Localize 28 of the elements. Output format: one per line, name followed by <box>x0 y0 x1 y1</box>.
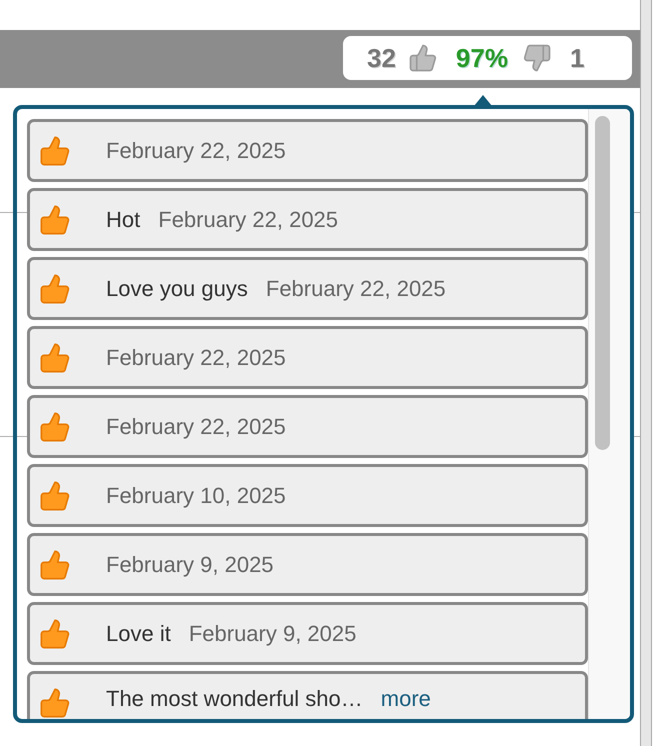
thumbs-up-icon[interactable] <box>408 43 438 73</box>
dislikes-count: 1 <box>570 43 584 73</box>
thumbs-down-icon[interactable] <box>522 43 552 73</box>
comment-text: The most wonderful sho… <box>106 686 363 712</box>
comment-text: Love you guys <box>106 276 248 302</box>
date-text: February 9, 2025 <box>188 620 356 646</box>
thumbs-up-icon <box>40 618 70 648</box>
thumbs-up-icon <box>40 204 70 234</box>
date-text: February 10, 2025 <box>106 482 286 508</box>
thumbs-up-icon <box>40 550 70 580</box>
thumbs-up-icon <box>40 480 70 510</box>
thumbs-up-icon <box>40 412 70 442</box>
date-text: February 22, 2025 <box>106 414 286 440</box>
thumbs-up-icon <box>40 688 70 718</box>
date-text: February 22, 2025 <box>158 206 338 232</box>
date-text: February 9, 2025 <box>106 552 274 578</box>
approval-percent: 97% <box>456 43 508 73</box>
thumbs-up-icon <box>40 342 70 372</box>
date-text: February 22, 2025 <box>266 276 446 302</box>
scrollbar-thumb[interactable] <box>595 116 610 450</box>
more-link[interactable]: more <box>380 686 431 712</box>
date-text: February 22, 2025 <box>106 344 286 370</box>
likes-count: 32 <box>367 43 396 73</box>
comment-text: Love it <box>106 620 171 646</box>
date-text: February 22, 2025 <box>106 138 286 164</box>
comment-text: Hot <box>106 206 140 232</box>
thumbs-up-icon <box>40 274 70 304</box>
thumbs-up-icon <box>40 136 70 166</box>
